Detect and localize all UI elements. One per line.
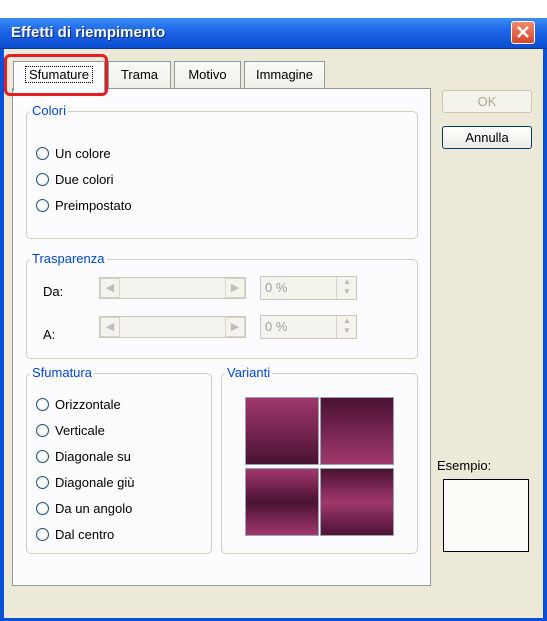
tab-highlight-annotation <box>4 54 108 96</box>
tab-trama[interactable]: Trama <box>108 61 171 89</box>
radio-label-verticale: Verticale <box>55 423 105 438</box>
radio-da-un-angolo[interactable] <box>36 502 49 515</box>
da-right-arrow-icon[interactable]: ▶ <box>225 278 245 298</box>
da-value: 0 % <box>265 280 288 295</box>
radio-label-preimpostato: Preimpostato <box>55 198 132 213</box>
tab-label: Immagine <box>255 67 314 82</box>
variant-swatch-1[interactable] <box>245 397 319 465</box>
radio-label-orizzontale: Orizzontale <box>55 397 121 412</box>
a-value: 0 % <box>265 319 288 334</box>
a-spin-arrows-icon[interactable]: ▲ ▼ <box>336 316 357 338</box>
radio-label-dal-centro: Dal centro <box>55 527 115 542</box>
radio-orizzontale[interactable] <box>36 398 49 411</box>
da-label: Da: <box>43 284 64 299</box>
radio-diagonale-giu[interactable] <box>36 476 49 489</box>
cancel-button[interactable]: Annulla <box>442 126 532 149</box>
colori-title: Colori <box>30 103 68 118</box>
radio-label-un-colore: Un colore <box>55 146 111 161</box>
sfumatura-title: Sfumatura <box>30 365 94 380</box>
variant-swatch-4[interactable] <box>320 468 394 536</box>
window-title: Effetti di riempimento <box>11 24 166 41</box>
ok-button[interactable]: OK <box>442 90 532 113</box>
variant-swatch-2[interactable] <box>320 397 394 465</box>
esempio-label: Esempio: <box>437 458 492 473</box>
close-icon <box>517 26 529 38</box>
tab-immagine[interactable]: Immagine <box>244 61 325 89</box>
close-button[interactable] <box>511 21 535 44</box>
da-left-arrow-icon[interactable]: ◀ <box>100 278 120 298</box>
radio-un-colore[interactable] <box>36 147 49 160</box>
da-slider[interactable] <box>99 277 246 299</box>
a-label: A: <box>43 327 56 342</box>
variant-swatch-3[interactable] <box>245 468 319 536</box>
a-slider[interactable] <box>99 316 246 338</box>
radio-dal-centro[interactable] <box>36 528 49 541</box>
radio-preimpostato[interactable] <box>36 199 49 212</box>
da-spin-arrows-icon[interactable]: ▲ ▼ <box>336 277 357 299</box>
a-right-arrow-icon[interactable]: ▶ <box>225 317 245 337</box>
tab-motivo[interactable]: Motivo <box>174 61 241 89</box>
tab-label: Motivo <box>188 67 227 82</box>
radio-label-diagonale-su: Diagonale su <box>55 449 131 464</box>
radio-verticale[interactable] <box>36 424 49 437</box>
trasparenza-title: Trasparenza <box>30 251 107 266</box>
varianti-title: Varianti <box>225 365 273 380</box>
radio-label-due-colori: Due colori <box>55 172 114 187</box>
trasparenza-group <box>26 259 418 359</box>
a-left-arrow-icon[interactable]: ◀ <box>100 317 120 337</box>
radio-due-colori[interactable] <box>36 173 49 186</box>
radio-diagonale-su[interactable] <box>36 450 49 463</box>
esempio-preview <box>443 479 529 552</box>
radio-label-da-un-angolo: Da un angolo <box>55 501 133 516</box>
radio-label-diagonale-giu: Diagonale giù <box>55 475 135 490</box>
tab-label: Trama <box>120 67 159 82</box>
